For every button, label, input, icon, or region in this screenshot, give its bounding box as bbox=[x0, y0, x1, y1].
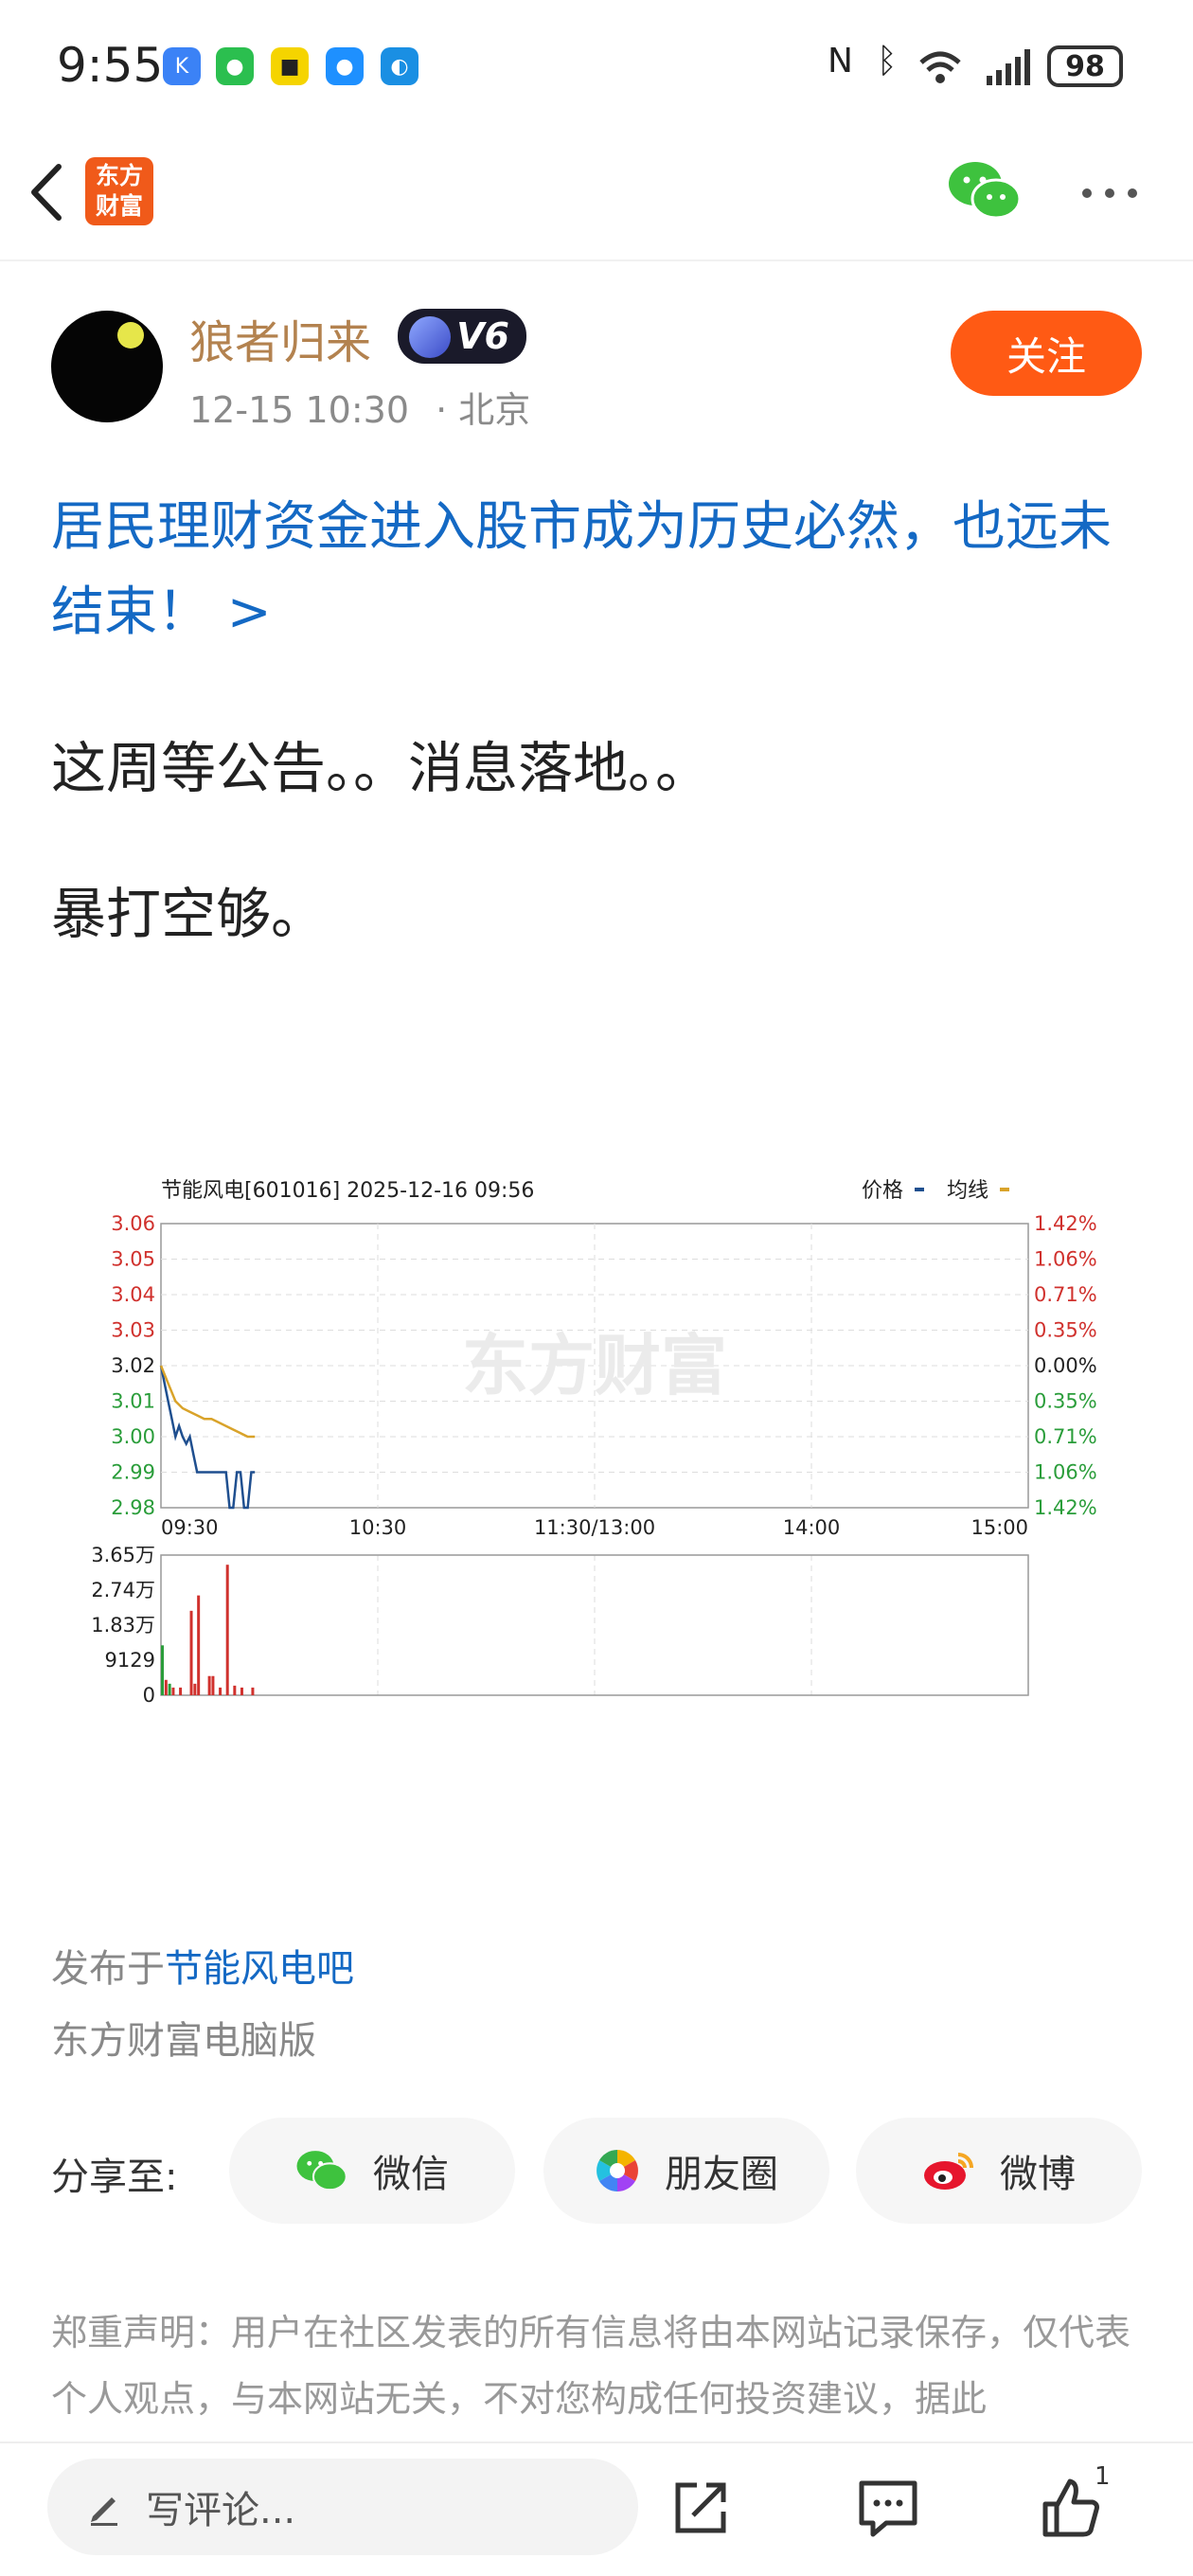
message-icon: ● bbox=[326, 47, 364, 85]
bluetooth-icon: ᛒ bbox=[877, 42, 898, 80]
volume-bar bbox=[197, 1595, 201, 1695]
volume-y-tick: 0 bbox=[143, 1684, 155, 1707]
y-tick-left: 3.06 bbox=[111, 1212, 155, 1235]
page: 9:55 K ● ■ ● ◐ N ᛒ 98 东方 财富 狼者归来 V6 12-15… bbox=[0, 0, 1193, 2576]
avatar-badge bbox=[117, 322, 144, 349]
chart-watermark: 东方财富 bbox=[462, 1327, 727, 1404]
eastmoney-logo[interactable]: 东方 财富 bbox=[85, 157, 153, 225]
wifi-icon bbox=[919, 51, 961, 83]
y-tick-left: 3.01 bbox=[111, 1390, 155, 1413]
y-tick-left: 3.00 bbox=[111, 1425, 155, 1448]
y-tick-right: 0.00% bbox=[1034, 1354, 1097, 1377]
comment-input[interactable]: 写评论... bbox=[47, 2459, 638, 2555]
y-tick-left: 2.99 bbox=[111, 1461, 155, 1484]
like-count: 1 bbox=[1095, 2462, 1111, 2491]
volume-bar bbox=[189, 1610, 193, 1695]
author-name[interactable]: 狼者归来 bbox=[189, 305, 371, 371]
wechat-notify-icon: ● bbox=[216, 47, 254, 85]
legend-label: 均线 bbox=[947, 1179, 988, 1203]
disclaimer: 郑重声明：用户在社区发表的所有信息将由本网站记录保存，仅代表个人观点，与本网站无… bbox=[51, 2312, 1131, 2420]
volume-bar bbox=[225, 1565, 229, 1695]
volume-y-tick: 9129 bbox=[105, 1649, 155, 1672]
y-tick-left: 3.02 bbox=[111, 1354, 155, 1377]
comment-icon[interactable] bbox=[852, 2472, 924, 2544]
app-yellow-icon: ■ bbox=[271, 47, 309, 85]
nav-divider bbox=[0, 259, 1193, 261]
v-badge-icon bbox=[409, 316, 451, 358]
post-date: 12-15 10:30 bbox=[189, 389, 410, 431]
signal-icon bbox=[987, 49, 1030, 85]
share-wechat-button[interactable]: 微信 bbox=[229, 2118, 515, 2224]
x-tick: 10:30 bbox=[349, 1516, 407, 1539]
post-line-2: 暴打空够。 bbox=[51, 882, 327, 946]
y-tick-right: 1.06% bbox=[1034, 1461, 1097, 1484]
follow-button[interactable]: 关注 bbox=[951, 311, 1142, 396]
volume-y-tick: 3.65万 bbox=[93, 1544, 155, 1566]
volume-bar bbox=[171, 1687, 175, 1695]
share-label: 分享至: bbox=[51, 2156, 178, 2199]
chart-title: 节能风电[601016] 2025-12-16 09:56 bbox=[161, 1179, 534, 1203]
weibo-icon bbox=[924, 2153, 973, 2190]
bar-link[interactable]: 节能风电吧 bbox=[165, 1947, 354, 1991]
share-icon[interactable] bbox=[665, 2472, 737, 2544]
share-weibo-button[interactable]: 微博 bbox=[856, 2118, 1142, 2224]
x-tick: 14:00 bbox=[783, 1516, 841, 1539]
y-tick-right: 0.71% bbox=[1034, 1425, 1097, 1448]
back-icon[interactable] bbox=[23, 159, 70, 225]
legend-swatch bbox=[1000, 1188, 1009, 1191]
y-tick-right: 1.42% bbox=[1034, 1496, 1097, 1519]
volume-bar bbox=[251, 1687, 255, 1695]
x-tick: 09:30 bbox=[161, 1516, 219, 1539]
post-location: · 北京 bbox=[436, 389, 531, 431]
y-tick-right: 0.35% bbox=[1034, 1390, 1097, 1413]
share-moments-button[interactable]: 朋友圈 bbox=[543, 2118, 829, 2224]
volume-bar bbox=[164, 1679, 168, 1695]
y-tick-right: 0.35% bbox=[1034, 1319, 1097, 1342]
y-tick-left: 3.04 bbox=[111, 1283, 155, 1306]
legend-swatch bbox=[915, 1188, 924, 1191]
y-tick-left: 3.03 bbox=[111, 1319, 155, 1342]
volume-bar bbox=[233, 1685, 237, 1695]
x-tick: 11:30/13:00 bbox=[534, 1516, 655, 1539]
pencil-icon bbox=[91, 2497, 117, 2526]
volume-bar bbox=[193, 1683, 197, 1695]
status-time: 9:55 bbox=[57, 38, 164, 93]
wechat-icon bbox=[296, 2151, 347, 2191]
battery-indicator: 98 bbox=[1047, 45, 1123, 87]
stock-chart[interactable]: 节能风电[601016] 2025-12-16 09:56 价格 均线 3.06 1.4… bbox=[93, 1174, 1134, 1724]
moments-icon bbox=[596, 2150, 638, 2191]
y-tick-left: 3.05 bbox=[111, 1248, 155, 1271]
browser-icon: ◐ bbox=[381, 47, 418, 85]
author-avatar[interactable] bbox=[51, 311, 163, 422]
y-tick-right: 0.71% bbox=[1034, 1283, 1097, 1306]
y-tick-right: 1.42% bbox=[1034, 1212, 1097, 1235]
volume-bar bbox=[161, 1645, 164, 1695]
legend-label: 价格 bbox=[862, 1179, 903, 1203]
volume-bar bbox=[207, 1675, 211, 1695]
nfc-icon: N bbox=[828, 42, 853, 80]
more-icon[interactable] bbox=[1079, 184, 1140, 203]
volume-bar bbox=[211, 1675, 215, 1695]
app-k-icon: K bbox=[163, 47, 201, 85]
volume-bar bbox=[240, 1687, 243, 1695]
volume-bar bbox=[168, 1683, 171, 1695]
volume-bar bbox=[179, 1687, 183, 1695]
y-tick-right: 1.06% bbox=[1034, 1248, 1097, 1271]
volume-bar bbox=[219, 1687, 223, 1695]
x-tick: 15:00 bbox=[970, 1516, 1028, 1539]
platform-label: 东方财富电脑版 bbox=[51, 2019, 316, 2063]
post-meta: 12-15 10:30 · 北京 bbox=[189, 381, 530, 433]
posted-in: 发布于节能风电吧 bbox=[51, 1947, 354, 1991]
post-line-1: 这周等公告。。消息落地。。 bbox=[51, 736, 711, 800]
topic-link[interactable]: 居民理财资金进入股市成为历史必然，也远未结束！ > bbox=[51, 485, 1149, 655]
y-tick-left: 2.98 bbox=[111, 1496, 155, 1519]
volume-y-tick: 2.74万 bbox=[93, 1579, 155, 1601]
wechat-share-icon[interactable] bbox=[947, 159, 1023, 222]
volume-y-tick: 1.83万 bbox=[93, 1614, 155, 1637]
